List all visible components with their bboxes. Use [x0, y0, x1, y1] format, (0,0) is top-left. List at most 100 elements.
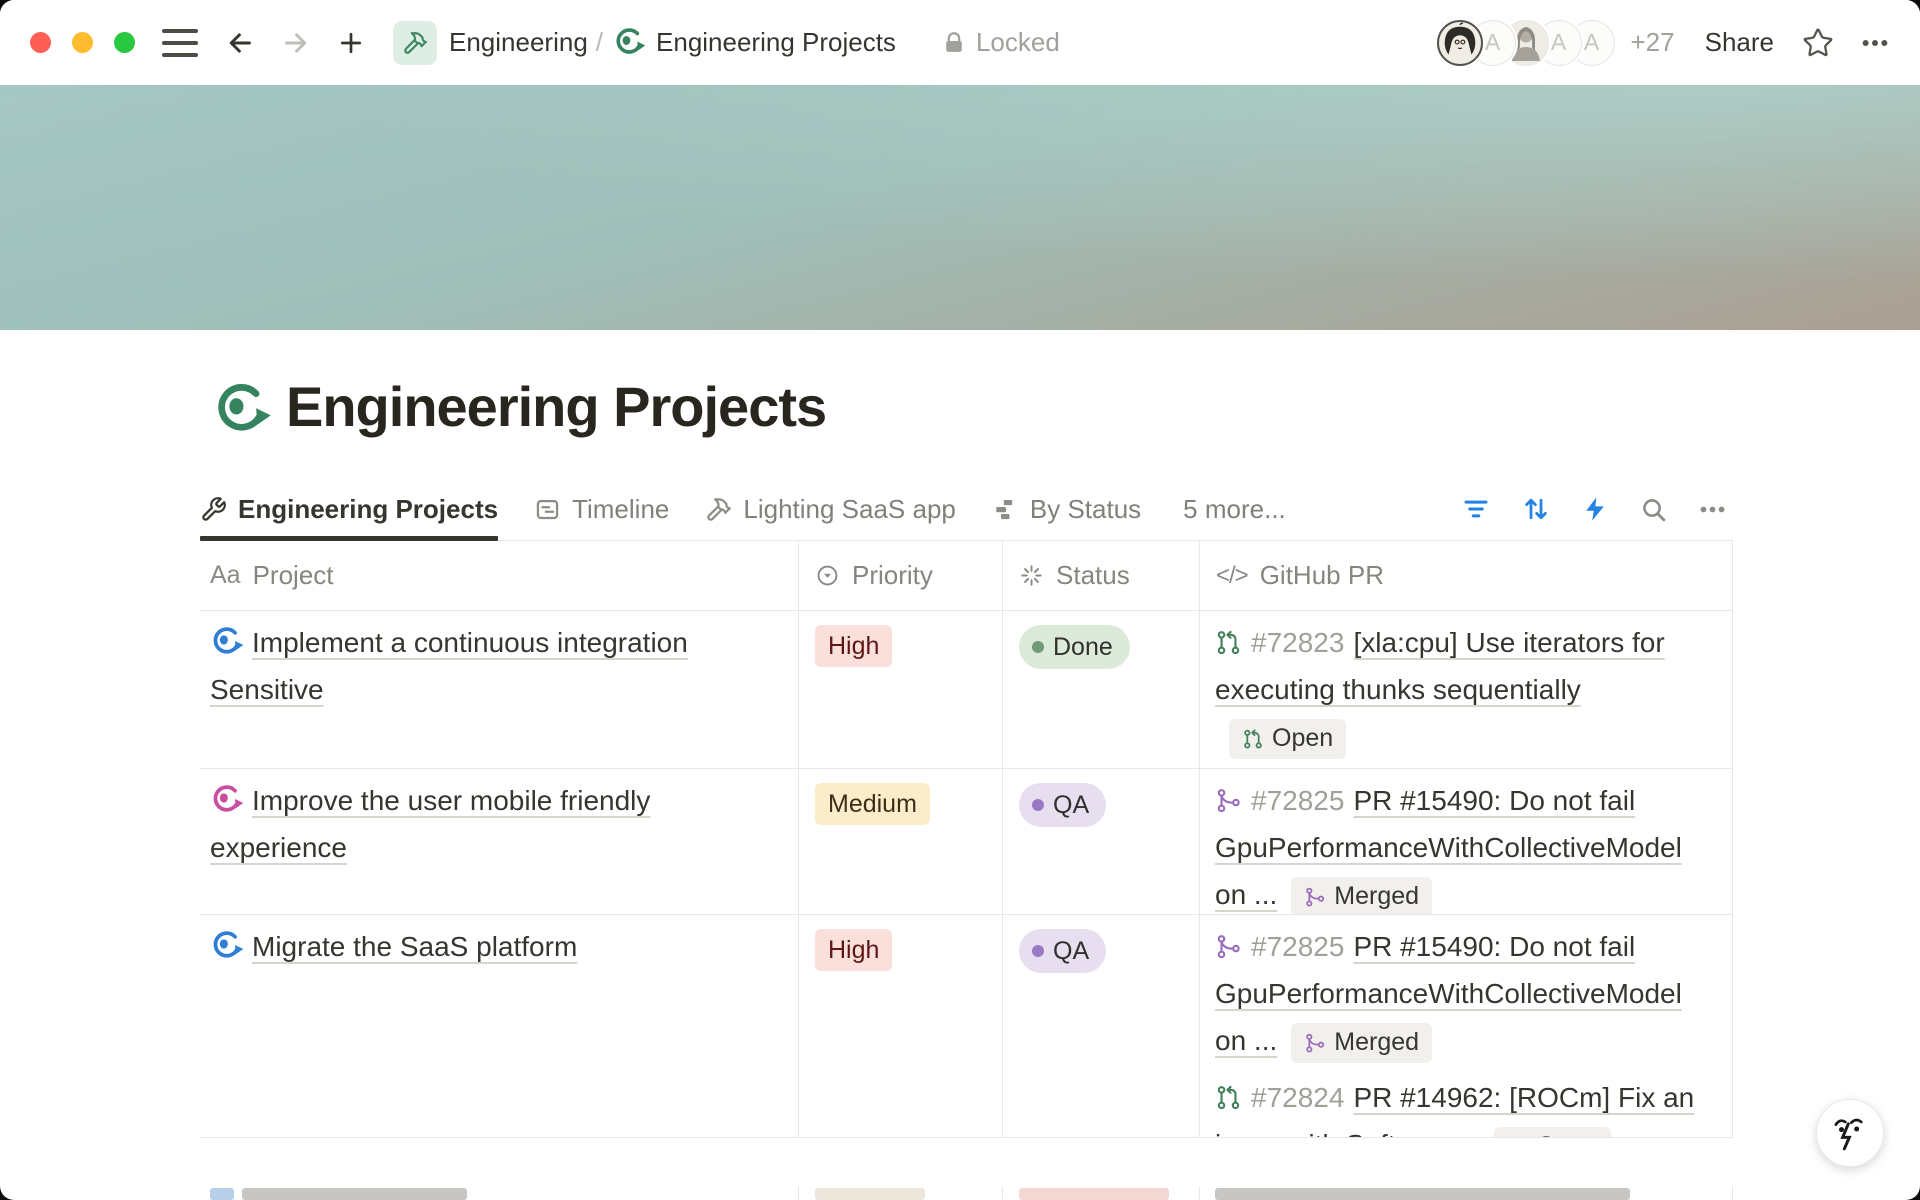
status-cell[interactable]: Done [1003, 611, 1200, 768]
project-cell[interactable]: Migrate the SaaS platform [200, 915, 799, 1138]
github-pr-cell[interactable]: #72823[xla:cpu] Use iterators for execut… [1200, 611, 1733, 768]
project-title-link[interactable]: Implement a continuous integration Sensi… [210, 627, 688, 705]
breadcrumb-item-engineering[interactable]: Engineering [449, 27, 588, 58]
forward-button[interactable] [281, 28, 311, 58]
goose-page-icon [613, 26, 646, 59]
project-title-link[interactable]: Improve the user mobile friendly experie… [210, 785, 650, 863]
project-page-icon [210, 625, 244, 659]
more-options-button[interactable] [1860, 28, 1890, 58]
sidebar-toggle-button[interactable] [161, 29, 199, 57]
github-pr-cell[interactable]: #72825PR #15490: Do not fail GpuPerforma… [1200, 915, 1733, 1138]
project-page-icon [210, 783, 244, 817]
filter-icon[interactable] [1461, 494, 1491, 524]
pr-merge-icon [1215, 933, 1242, 960]
page-cover-image[interactable] [0, 85, 1920, 330]
github-pr-link[interactable]: #72823[xla:cpu] Use iterators for execut… [1215, 619, 1695, 760]
share-button[interactable]: Share [1705, 27, 1774, 58]
column-header-status[interactable]: Status [1003, 541, 1200, 610]
page-icon[interactable] [212, 380, 272, 440]
github-pr-link[interactable]: #72824PR #14962: [ROCm] Fix an issue wit… [1215, 1074, 1695, 1138]
priority-badge[interactable]: High [815, 929, 892, 971]
column-header-project[interactable]: Aa Project [200, 541, 799, 610]
partially-visible-row [200, 1186, 1733, 1200]
favorite-star-button[interactable] [1802, 27, 1834, 59]
tab-more-views[interactable]: 5 more... [1183, 478, 1286, 540]
back-button[interactable] [225, 28, 255, 58]
status-badge[interactable]: QA [1019, 783, 1106, 827]
locked-label: Locked [976, 27, 1060, 58]
window-controls [30, 32, 135, 53]
search-icon[interactable] [1639, 495, 1668, 524]
status-dot [1032, 945, 1044, 957]
projects-table: Aa Project Priority Status </> GitHub PR [200, 541, 1733, 1138]
view-settings-icon[interactable] [1698, 495, 1727, 524]
pr-open-icon [1242, 728, 1264, 750]
pr-state-badge: Merged [1291, 1023, 1432, 1063]
board-icon [992, 496, 1019, 523]
status-dot [1032, 641, 1044, 653]
github-pr-cell[interactable]: #72825PR #15490: Do not fail GpuPerforma… [1200, 769, 1733, 915]
column-header-priority[interactable]: Priority [799, 541, 1003, 610]
status-badge[interactable]: Done [1019, 625, 1130, 669]
breadcrumb-separator: / [596, 27, 603, 58]
breadcrumb: Engineering / Engineering Projects [393, 21, 896, 65]
lock-icon [941, 30, 967, 56]
column-header-github-pr[interactable]: </> GitHub PR [1200, 541, 1733, 610]
automation-bolt-icon[interactable] [1581, 495, 1609, 523]
hammer-icon [705, 496, 732, 523]
status-dot [1032, 799, 1044, 811]
github-pr-link[interactable]: #72825PR #15490: Do not fail GpuPerforma… [1215, 777, 1695, 915]
select-circle-icon [815, 563, 840, 588]
close-window-button[interactable] [30, 32, 51, 53]
project-cell[interactable]: Improve the user mobile friendly experie… [200, 769, 799, 915]
pr-number: #72824 [1251, 1082, 1344, 1113]
avatar-illustrated[interactable] [1437, 20, 1483, 66]
priority-badge[interactable]: High [815, 625, 892, 667]
priority-cell[interactable]: High [799, 611, 1003, 768]
status-badge[interactable]: QA [1019, 929, 1106, 973]
project-page-icon [210, 929, 244, 963]
pr-state-badge: Open [1229, 719, 1346, 759]
wrench-icon [200, 496, 227, 523]
pr-number: #72823 [1251, 627, 1344, 658]
priority-cell[interactable]: High [799, 915, 1003, 1138]
priority-badge[interactable]: Medium [815, 783, 930, 825]
new-page-button[interactable] [337, 29, 365, 57]
tab-engineering-projects[interactable]: Engineering Projects [200, 478, 498, 540]
pr-number: #72825 [1251, 931, 1344, 962]
view-tabs: Engineering Projects Timeline Lighting S… [200, 478, 1733, 541]
locked-indicator[interactable]: Locked [932, 27, 1060, 58]
sort-icon[interactable] [1521, 494, 1551, 524]
table-header-row: Aa Project Priority Status </> GitHub PR [200, 541, 1733, 611]
notion-ai-button[interactable] [1816, 1099, 1884, 1167]
project-cell[interactable]: Implement a continuous integration Sensi… [200, 611, 799, 768]
collaborator-avatars[interactable]: A A A [1437, 20, 1615, 66]
pr-state-badge: Open [1494, 1127, 1611, 1138]
minimize-window-button[interactable] [72, 32, 93, 53]
avatar-overflow-count[interactable]: +27 [1631, 27, 1675, 58]
github-pr-link[interactable]: #72825PR #15490: Do not fail GpuPerforma… [1215, 923, 1695, 1064]
maximize-window-button[interactable] [114, 32, 135, 53]
code-icon: </> [1216, 562, 1248, 590]
table-row: Improve the user mobile friendly experie… [200, 769, 1733, 915]
status-cell[interactable]: QA [1003, 769, 1200, 915]
breadcrumb-item-engineering-projects[interactable]: Engineering Projects [656, 27, 896, 58]
table-row: Migrate the SaaS platform High QA #72825… [200, 915, 1733, 1138]
tab-timeline[interactable]: Timeline [534, 478, 669, 540]
pr-number: #72825 [1251, 785, 1344, 816]
pr-open-icon [1215, 1084, 1242, 1111]
table-row: Implement a continuous integration Sensi… [200, 611, 1733, 769]
text-property-icon: Aa [210, 561, 241, 590]
project-title-link[interactable]: Migrate the SaaS platform [252, 931, 577, 962]
tab-by-status[interactable]: By Status [992, 478, 1141, 540]
page-title: Engineering Projects [286, 374, 826, 439]
notion-window: Engineering / Engineering Projects Locke… [0, 0, 1920, 1200]
pr-open-icon [1215, 629, 1242, 656]
priority-cell[interactable]: Medium [799, 769, 1003, 915]
pr-merge-icon [1304, 886, 1326, 908]
tab-lighting-saas-app[interactable]: Lighting SaaS app [705, 478, 956, 540]
pr-merge-icon [1304, 1032, 1326, 1054]
hammer-icon [393, 21, 437, 65]
pr-merge-icon [1215, 787, 1242, 814]
status-cell[interactable]: QA [1003, 915, 1200, 1138]
